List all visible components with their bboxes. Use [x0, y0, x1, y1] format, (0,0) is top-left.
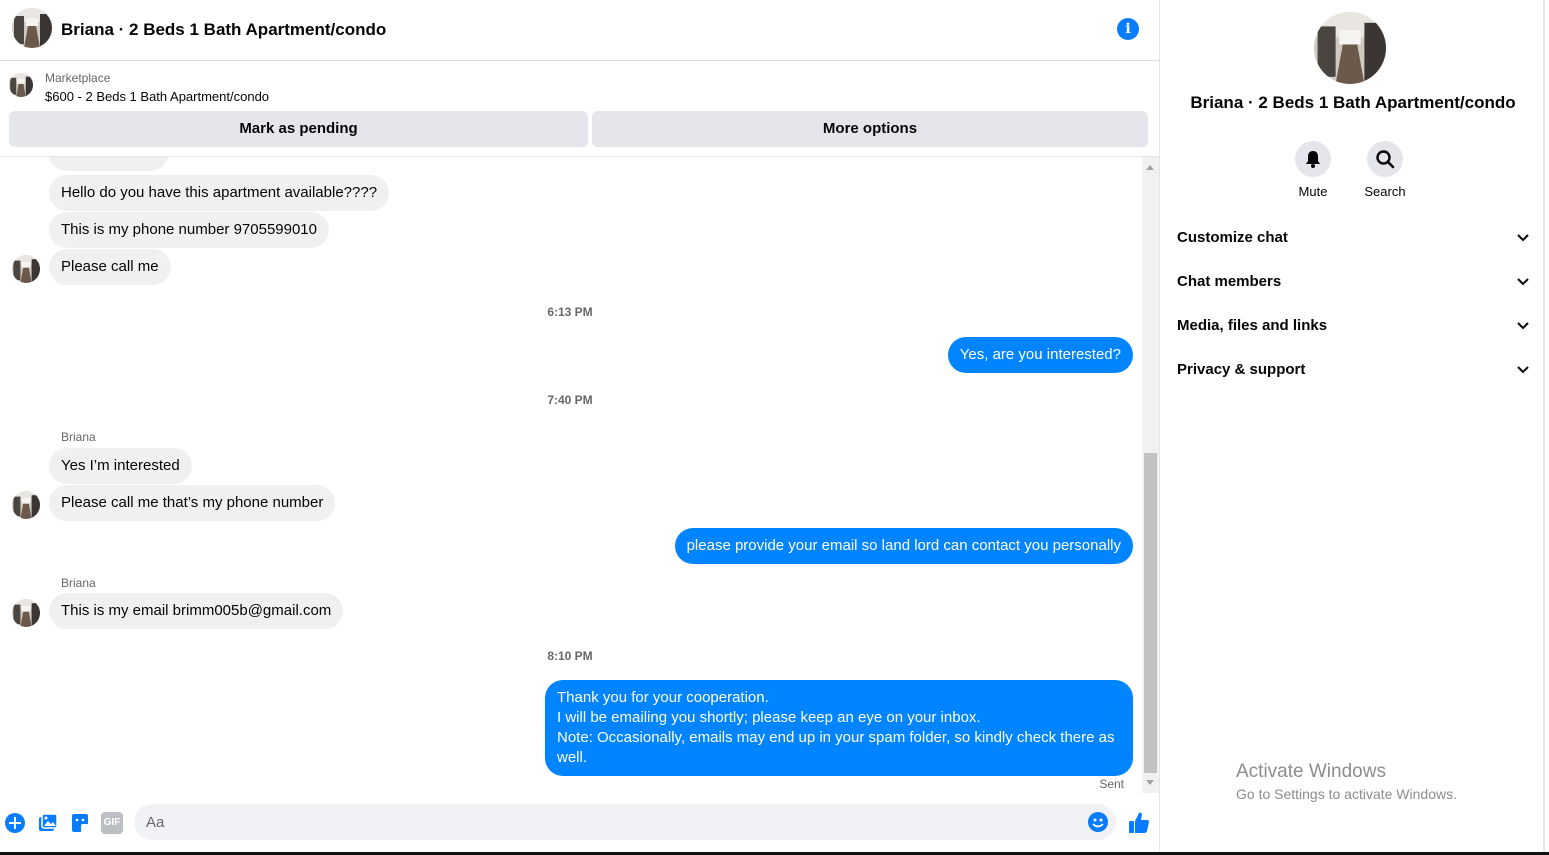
search-icon: [1367, 141, 1403, 177]
timestamp: 8:10 PM: [547, 649, 593, 663]
sender-avatar[interactable]: [12, 599, 40, 627]
watermark-title: Activate Windows: [1236, 761, 1386, 782]
section-chat-members[interactable]: Chat members: [1177, 266, 1529, 298]
bell-icon: [1295, 141, 1331, 177]
message-bubble[interactable]: Yes I’m interested: [49, 448, 192, 484]
section-privacy-support[interactable]: Privacy & support: [1177, 354, 1529, 386]
sender-name: Briana: [61, 430, 96, 444]
mark-as-pending-button[interactable]: Mark as pending: [9, 111, 588, 147]
sent-status: Sent: [1099, 777, 1124, 791]
message-bubble[interactable]: Please call me that’s my phone number: [49, 485, 336, 521]
timestamp: 6:13 PM: [547, 305, 593, 319]
more-options-button[interactable]: More options: [592, 111, 1148, 147]
section-label: Customize chat: [1177, 229, 1288, 246]
message-bubble[interactable]: Please call me: [49, 249, 171, 285]
like-icon[interactable]: [1127, 811, 1151, 835]
section-label: Chat members: [1177, 273, 1282, 290]
message-bubble-outgoing[interactable]: Thank you for your cooperation. I will b…: [545, 680, 1133, 776]
search-label: Search: [1364, 184, 1406, 199]
timestamp: 7:40 PM: [547, 393, 593, 407]
conversation-pane: Briana · 2 Beds 1 Bath Apartment/condo i…: [0, 0, 1160, 852]
message-line: well.: [557, 749, 588, 766]
search-button[interactable]: Search: [1355, 141, 1415, 199]
gif-icon[interactable]: GIF: [101, 812, 123, 834]
listing-title[interactable]: $600 - 2 Beds 1 Bath Apartment/condo: [45, 89, 269, 104]
section-label: Privacy & support: [1177, 361, 1306, 378]
profile-name: Briana · 2 Beds 1 Bath Apartment/condo: [1190, 93, 1516, 112]
section-label: Media, files and links: [1177, 317, 1328, 334]
marketplace-banner: Marketplace $600 - 2 Beds 1 Bath Apartme…: [0, 61, 1160, 157]
section-media-files-links[interactable]: Media, files and links: [1177, 310, 1529, 342]
sender-name: Briana: [61, 576, 96, 590]
sender-avatar[interactable]: [12, 491, 40, 519]
scrollbar-thumb[interactable]: [1144, 453, 1157, 773]
message-line: I will be emailing you shortly; please k…: [557, 709, 981, 726]
photo-icon[interactable]: [37, 812, 59, 834]
message-bubble[interactable]: This is my phone number 9705599010: [49, 212, 329, 248]
info-icon[interactable]: i: [1117, 18, 1139, 40]
message-bubble[interactable]: Hello do you have this apartment availab…: [49, 175, 390, 211]
message-list: Hello do you have this apartment availab…: [0, 157, 1140, 793]
chevron-down-icon: [1517, 322, 1529, 330]
message-bubble[interactable]: This is my email brimm005b@gmail.com: [49, 593, 344, 629]
message-line: Note: Occasionally, emails may end up in…: [557, 729, 1115, 746]
section-customize-chat[interactable]: Customize chat: [1177, 222, 1529, 254]
conversation-header: Briana · 2 Beds 1 Bath Apartment/condo i: [0, 0, 1160, 61]
chat-info-sidebar: Briana · 2 Beds 1 Bath Apartment/condo M…: [1161, 0, 1545, 852]
composer: GIF: [0, 793, 1160, 852]
marketplace-label: Marketplace: [45, 71, 111, 85]
message-line: Thank you for your cooperation.: [557, 689, 769, 706]
message-scrollbar[interactable]: [1142, 157, 1159, 793]
emoji-icon[interactable]: [1087, 811, 1109, 833]
message-input[interactable]: [134, 804, 1116, 840]
mute-label: Mute: [1298, 184, 1328, 199]
watermark-subtitle: Go to Settings to activate Windows.: [1236, 786, 1457, 802]
listing-thumbnail[interactable]: [9, 73, 33, 97]
message-bubble-outgoing[interactable]: Yes, are you interested?: [947, 337, 1133, 373]
messenger-window: Briana · 2 Beds 1 Bath Apartment/condo i…: [0, 0, 1549, 855]
scroll-up-arrow-icon[interactable]: [1146, 165, 1154, 170]
conversation-title[interactable]: Briana · 2 Beds 1 Bath Apartment/condo: [61, 20, 386, 40]
sticker-icon[interactable]: [69, 812, 91, 834]
mute-button[interactable]: Mute: [1283, 141, 1343, 199]
sender-avatar[interactable]: [12, 255, 40, 283]
message-bubble-outgoing[interactable]: please provide your email so land lord c…: [674, 528, 1133, 564]
contact-avatar[interactable]: [12, 8, 52, 48]
plus-icon[interactable]: [4, 812, 26, 834]
chevron-down-icon: [1517, 366, 1529, 374]
scroll-down-arrow-icon[interactable]: [1146, 780, 1154, 785]
profile-avatar[interactable]: [1314, 12, 1386, 84]
windows-activation-watermark: Activate Windows Go to Settings to activ…: [1236, 761, 1457, 802]
chevron-down-icon: [1517, 278, 1529, 286]
message-bubble-partial[interactable]: [49, 157, 168, 171]
chevron-down-icon: [1517, 234, 1529, 242]
